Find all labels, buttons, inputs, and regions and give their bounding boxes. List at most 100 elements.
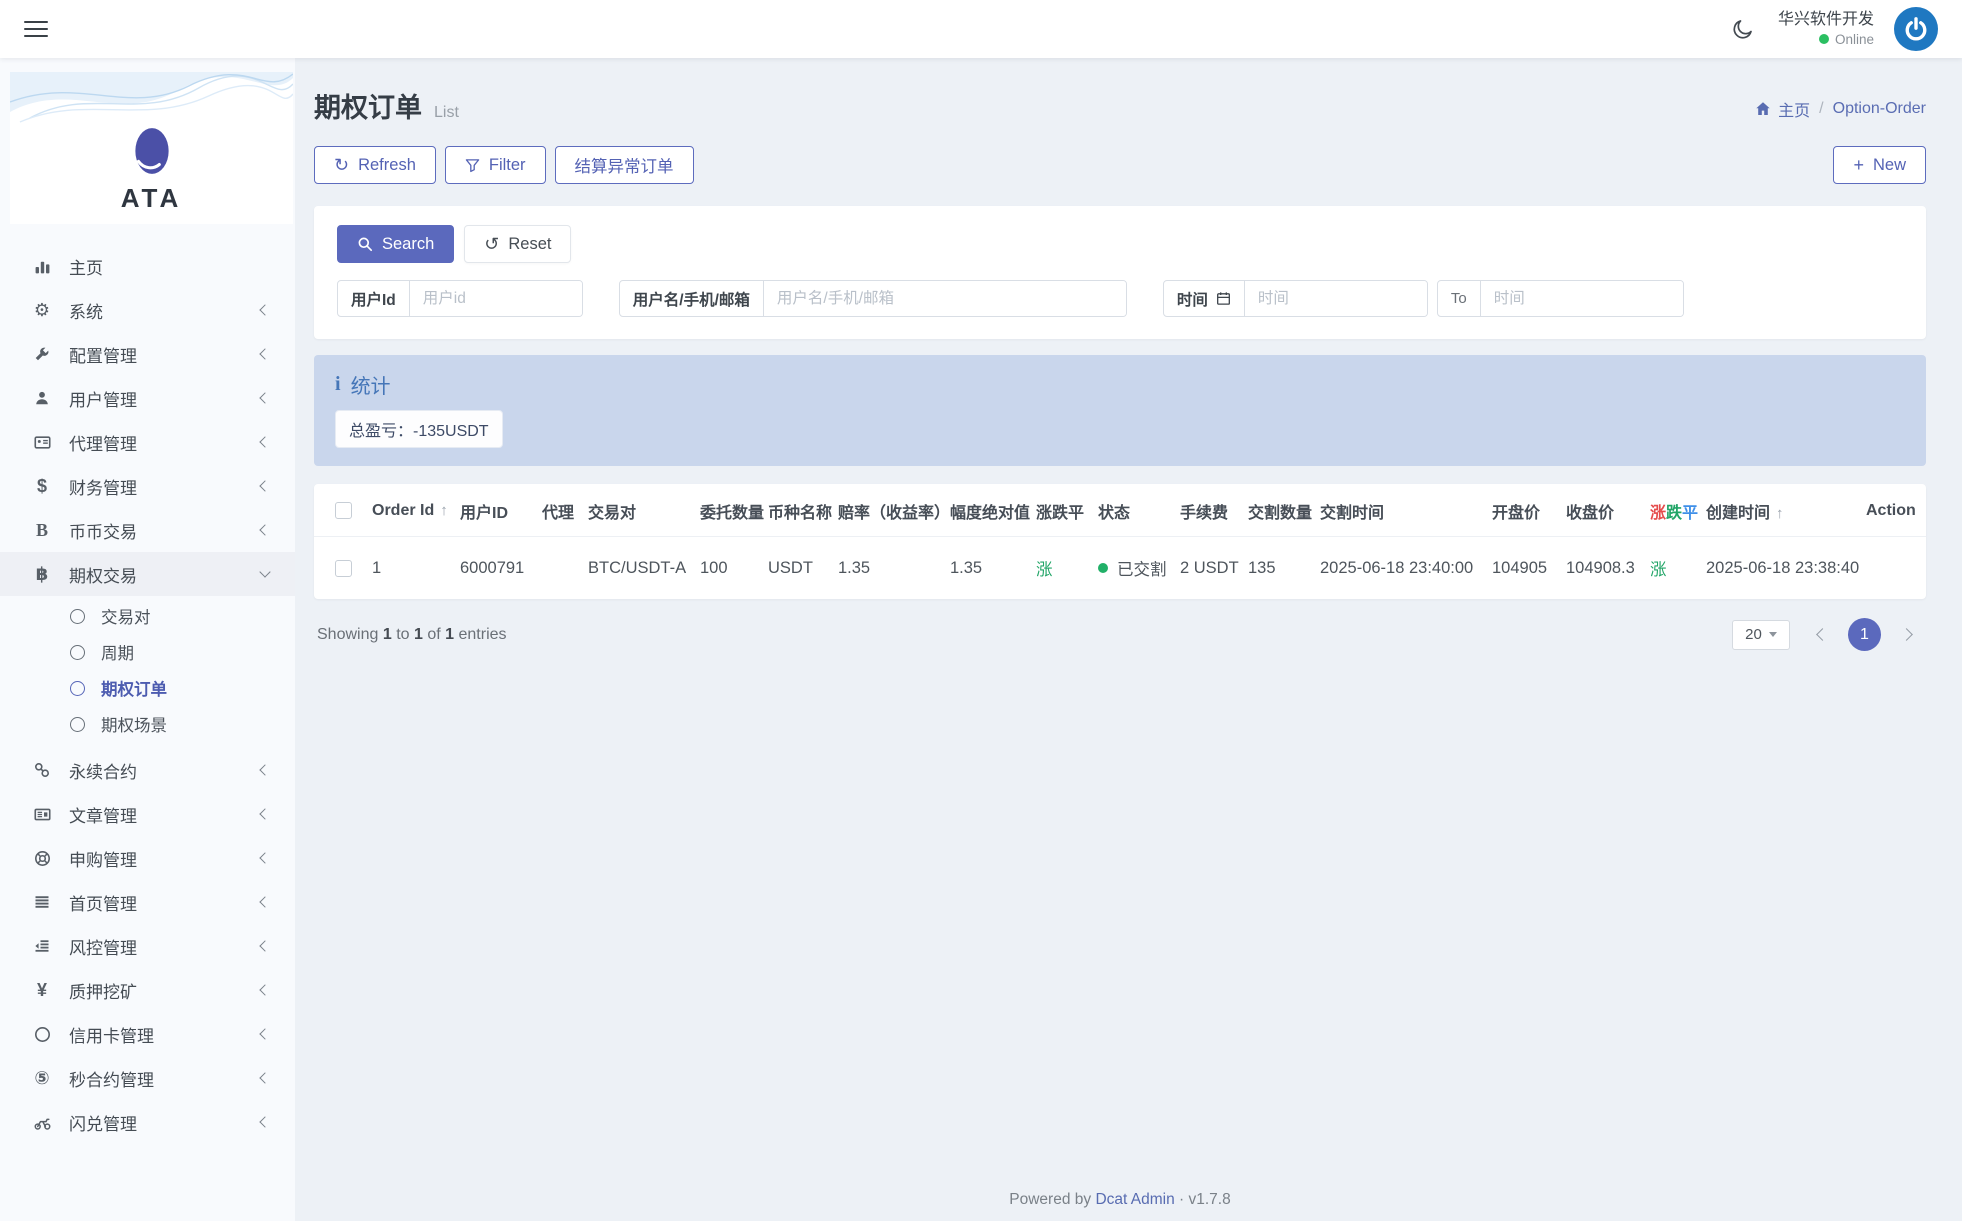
motorcycle-icon [30,1114,54,1131]
entries-summary: Showing 1 to 1 of 1 entries [317,626,507,644]
page-size-select[interactable]: 20 [1732,620,1790,650]
user-id-label: 用户Id [338,281,410,316]
search-icon [357,236,373,252]
sidebar-item-users[interactable]: 用户管理 [0,376,295,420]
sidebar-subitem-periods[interactable]: 周期 [0,634,295,670]
id-card-icon [30,434,54,451]
sidebar-item-staking[interactable]: ¥ 质押挖矿 [0,968,295,1012]
cell-order-id: 1 [364,537,452,600]
breadcrumb-home-link[interactable]: 主页 [1755,97,1810,121]
toolbar: ↻ Refresh Filter 结算异常订单 + New [314,146,1926,184]
user-status: Online [1778,31,1874,49]
radio-circle-icon [70,681,85,696]
sidebar-subitem-trading-pairs[interactable]: 交易对 [0,598,295,634]
sidebar-item-articles[interactable]: 文章管理 [0,792,295,836]
dark-mode-toggle[interactable] [1728,14,1758,44]
cell-settle-time: 2025-06-18 23:40:00 [1312,537,1484,600]
options-trade-submenu: 交易对 周期 期权订单 期权场景 [0,596,295,748]
current-page-button[interactable]: 1 [1848,618,1881,651]
brand-logo[interactable]: ATA [10,72,293,224]
header-odds: 赔率（收益率） [830,484,942,537]
sidebar-subitem-option-scenes[interactable]: 期权场景 [0,706,295,742]
user-info: 华兴软件开发 Online [1778,10,1874,48]
table-header-row: Order Id↑ 用户ID 代理 交易对 委托数量 币种名称 赔率（收益率） … [314,484,1926,537]
orders-table: Order Id↑ 用户ID 代理 交易对 委托数量 币种名称 赔率（收益率） … [314,484,1926,599]
header-created-at[interactable]: 创建时间↑ [1698,484,1858,537]
search-button[interactable]: Search [337,225,454,263]
user-name-input[interactable] [764,281,1126,316]
align-justify-icon [30,894,54,910]
yen-icon: ¥ [30,981,54,999]
statistics-panel: i 统计 总盈亏：-135USDT [314,355,1926,466]
moon-icon [1731,17,1755,41]
filter-button[interactable]: Filter [445,146,546,184]
chart-bar-icon [30,258,54,275]
select-all-checkbox[interactable] [335,502,352,519]
new-button[interactable]: + New [1833,146,1926,184]
header-amount: 委托数量 [692,484,760,537]
sidebar-item-config[interactable]: 配置管理 [0,332,295,376]
sidebar-item-risk-control[interactable]: 风控管理 [0,924,295,968]
row-checkbox[interactable] [335,560,352,577]
cell-created-at: 2025-06-18 23:38:40 [1698,537,1858,600]
next-page-button[interactable] [1893,620,1923,650]
avatar[interactable] [1894,7,1938,51]
sidebar-item-perpetual[interactable]: 永续合约 [0,748,295,792]
cell-odds: 1.35 [830,537,942,600]
header-agent: 代理 [534,484,580,537]
table-row: 1 6000791 BTC/USDT-A 100 USDT 1.35 1.35 … [314,537,1926,600]
prev-page-button[interactable] [1806,620,1836,650]
chevron-left-icon [259,1028,270,1039]
time-to-separator: To [1438,281,1481,316]
user-id-field-group: 用户Id [337,280,583,317]
time-start-input[interactable] [1245,281,1427,316]
sidebar-item-homepage[interactable]: 首页管理 [0,880,295,924]
sidebar-item-credit-card[interactable]: 信用卡管理 [0,1012,295,1056]
time-start-field-group: 时间 [1163,280,1428,317]
sidebar-item-subscription[interactable]: 申购管理 [0,836,295,880]
radio-circle-icon [70,645,85,660]
sidebar-item-agents[interactable]: 代理管理 [0,420,295,464]
sort-asc-icon[interactable]: ↑ [440,502,448,519]
sidebar-item-options-trade[interactable]: ฿ 期权交易 [0,552,295,596]
sidebar-item-spot-trade[interactable]: B 币币交易 [0,508,295,552]
user-name: 华兴软件开发 [1778,10,1874,31]
header-updown-colored: 涨跌平 [1642,484,1698,537]
refresh-icon: ↻ [334,156,349,174]
circle-icon [30,1026,54,1043]
sidebar-subitem-option-orders[interactable]: 期权订单 [0,670,295,706]
logo-waves-decoration [10,72,293,124]
cell-open-price: 104905 [1484,537,1558,600]
hamburger-menu-icon[interactable] [24,21,48,38]
main-content: 期权订单 List 主页 / Option-Order ↻ Refresh Fi… [295,58,1962,1221]
page-footer: Powered by Dcat Admin · v1.7.8 [314,1179,1926,1221]
chain-link-icon [30,762,54,778]
sort-asc-icon[interactable]: ↑ [1776,505,1784,522]
header-coin: 币种名称 [760,484,830,537]
sidebar-item-home[interactable]: 主页 [0,244,295,288]
orders-table-card: Order Id↑ 用户ID 代理 交易对 委托数量 币种名称 赔率（收益率） … [314,484,1926,599]
chevron-down-icon [259,566,270,577]
sidebar-item-second-contract[interactable]: ⑤ 秒合约管理 [0,1056,295,1100]
sidebar-item-finance[interactable]: $ 财务管理 [0,464,295,508]
cell-action [1858,537,1926,600]
dcat-admin-link[interactable]: Dcat Admin [1095,1191,1174,1208]
time-end-input[interactable] [1481,281,1683,316]
header-amplitude: 幅度绝对值 [942,484,1028,537]
user-id-input[interactable] [410,281,582,316]
sidebar-item-flash-exchange[interactable]: 闪兑管理 [0,1100,295,1144]
sidebar-item-system[interactable]: ⚙ 系统 [0,288,295,332]
breadcrumb: 主页 / Option-Order [1755,97,1926,121]
header-order-id[interactable]: Order Id↑ [364,484,452,537]
breadcrumb-current[interactable]: Option-Order [1833,100,1926,118]
header-fee: 手续费 [1172,484,1240,537]
reset-button[interactable]: ↺ Reset [464,225,571,263]
chevron-left-icon [259,304,270,315]
cell-fee: 2 USDT [1172,537,1240,600]
newspaper-icon [30,806,54,823]
settle-abnormal-orders-button[interactable]: 结算异常订单 [555,146,694,184]
radio-circle-icon [70,717,85,732]
logo-text: ATA [121,183,183,214]
refresh-button[interactable]: ↻ Refresh [314,146,436,184]
breadcrumb-separator: / [1819,100,1823,118]
